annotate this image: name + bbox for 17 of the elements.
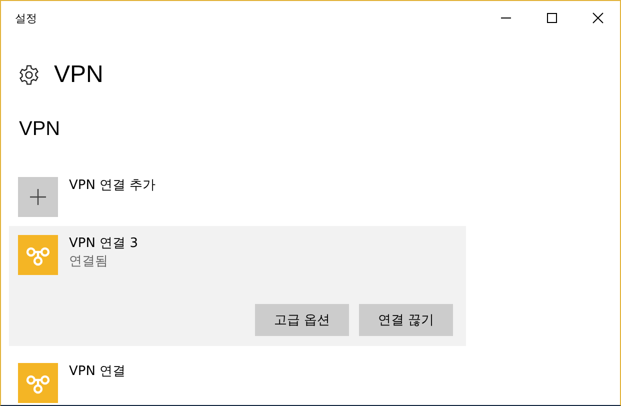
vpn-icon <box>18 235 58 275</box>
window-title: 설정 <box>15 10 37 26</box>
maximize-icon[interactable] <box>546 12 558 24</box>
action-button[interactable]: 고급 옵션 <box>255 304 349 336</box>
vpn-connection-item[interactable]: VPN 연결 <box>9 354 466 405</box>
vpn-connection-item[interactable]: VPN 연결 3 연결됨 고급 옵션 연결 끊기 <box>9 226 466 346</box>
settings-icon <box>18 64 40 86</box>
close-icon[interactable] <box>592 12 604 24</box>
connection-name: VPN 연결 <box>69 363 126 380</box>
connection-name: VPN 연결 3 <box>69 235 138 252</box>
connection-status: 연결됨 <box>69 253 109 271</box>
plus-icon <box>18 177 58 217</box>
vpn-icon <box>18 363 58 403</box>
action-button[interactable]: 연결 끊기 <box>359 304 453 336</box>
section-title: VPN <box>18 117 62 142</box>
add-vpn-item[interactable]: VPN 연결 추가 <box>1 158 620 218</box>
page-title: VPN <box>54 61 104 89</box>
